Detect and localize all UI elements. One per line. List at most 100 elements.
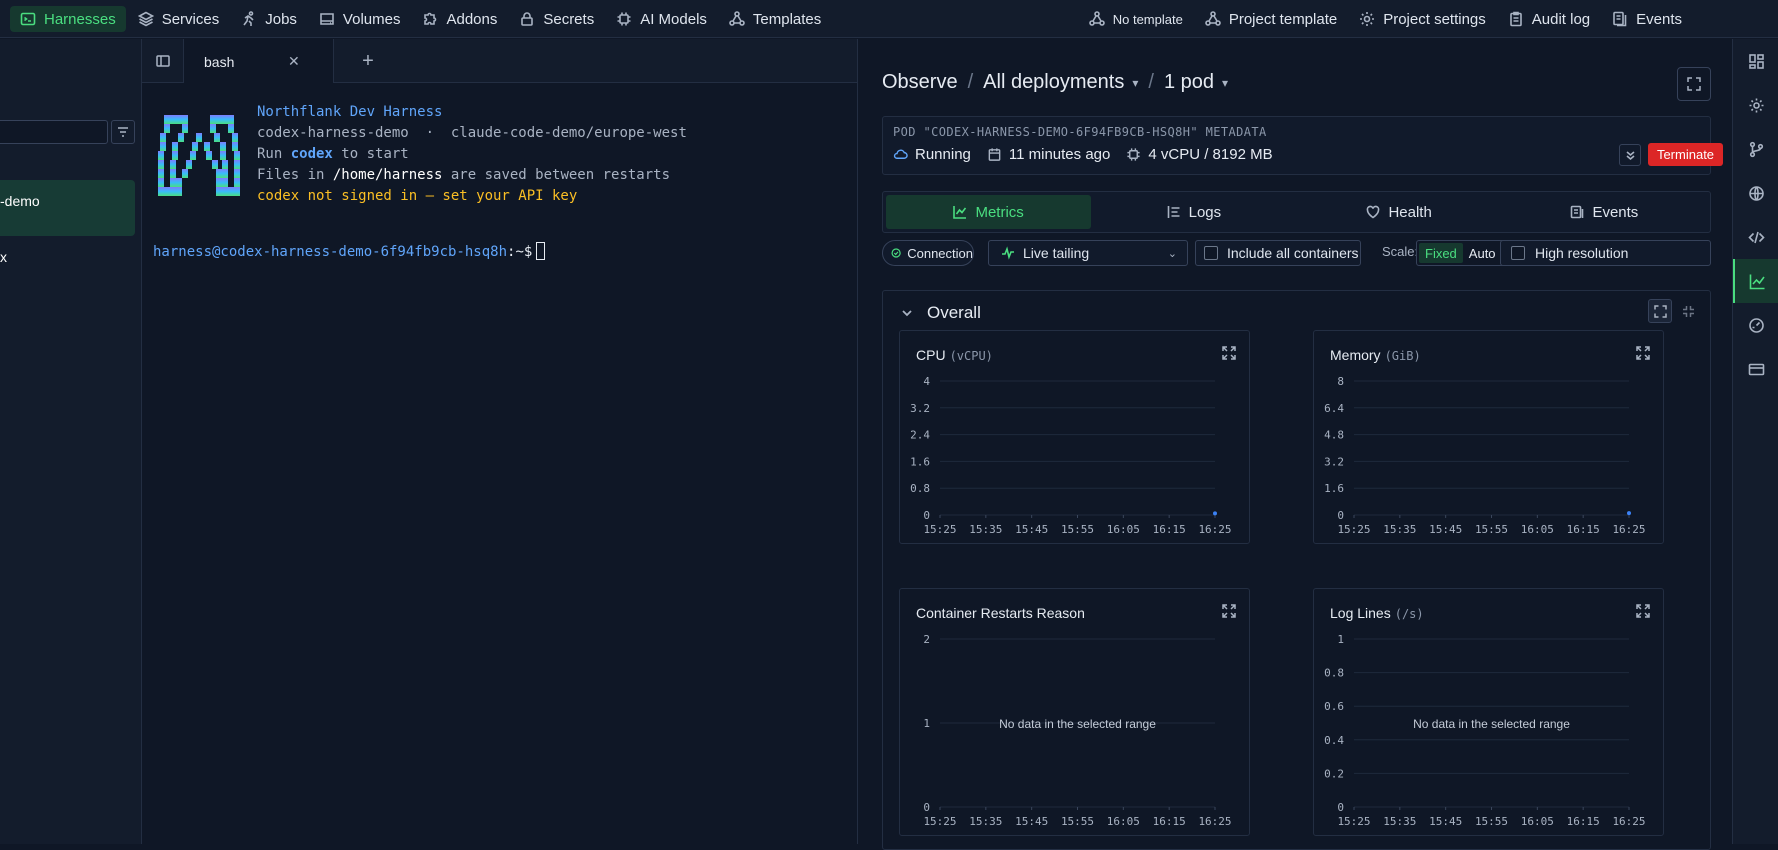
nav-project-template[interactable]: Project template	[1195, 6, 1347, 32]
x-tick-label: 16:25	[1198, 523, 1231, 536]
y-tick-label: 0.4	[1324, 734, 1344, 747]
live-tailing-select[interactable]: Live tailing ⌄	[988, 240, 1188, 266]
banner-service-line: codex-harness-demo · claude-code-demo/eu…	[257, 125, 687, 141]
banner-title: Northflank Dev Harness	[257, 104, 443, 120]
x-tick-label: 16:05	[1521, 815, 1554, 828]
chip-icon	[617, 12, 631, 26]
chart-title: Log Lines (/s)	[1330, 605, 1424, 621]
panel-icon	[155, 55, 170, 67]
scale-auto-option[interactable]: Auto	[1463, 243, 1502, 263]
rail-settings[interactable]	[1733, 83, 1778, 127]
nav-templates[interactable]: Templates	[719, 6, 831, 32]
tab-bash[interactable]: bash ✕	[184, 39, 334, 84]
rail-network[interactable]	[1733, 171, 1778, 215]
nav-volumes[interactable]: Volumes	[309, 6, 411, 32]
expand-icon	[1687, 77, 1701, 91]
close-icon[interactable]: ✕	[288, 53, 300, 70]
expand-icon[interactable]	[1221, 345, 1237, 361]
rail-speed[interactable]	[1733, 303, 1778, 347]
nav-jobs[interactable]: Jobs	[231, 6, 307, 32]
overall-header[interactable]: Overall	[901, 303, 981, 323]
cpu-chart: 0 0.8 1.6 2.4 3.2 4 15:25 15:35 15:45 15:55 16:05 1…	[910, 375, 1231, 536]
expand-all-button[interactable]	[1648, 299, 1672, 323]
tab-logs[interactable]: Logs	[1091, 195, 1296, 229]
x-tick-label: 15:35	[969, 523, 1002, 536]
fullscreen-button[interactable]	[1677, 67, 1711, 101]
include-all-containers-checkbox[interactable]: Include all containers	[1195, 240, 1361, 266]
nav-addons[interactable]: Addons	[412, 6, 507, 32]
nav-label: AI Models	[640, 10, 707, 28]
expand-icon[interactable]	[1635, 345, 1651, 361]
globe-icon	[1748, 185, 1764, 201]
connection-label: Connection	[907, 245, 973, 261]
nav-ai-models[interactable]: AI Models	[606, 6, 717, 32]
sidebar-item[interactable]: x	[0, 249, 7, 265]
x-tick-label: 16:05	[1107, 523, 1140, 536]
tab-label: bash	[204, 53, 235, 70]
lock-icon	[521, 12, 534, 26]
expand-icon[interactable]	[1635, 603, 1651, 619]
heart-icon	[1367, 205, 1380, 219]
rail-git[interactable]	[1733, 127, 1778, 171]
high-resolution-checkbox[interactable]: High resolution	[1500, 240, 1711, 266]
layers-icon	[137, 11, 154, 27]
git-branch-icon	[1749, 141, 1763, 157]
rail-observe[interactable]	[1733, 259, 1778, 303]
nav-services[interactable]: Services	[128, 6, 230, 32]
nav-secrets[interactable]: Secrets	[509, 6, 604, 32]
filter-button[interactable]	[111, 120, 135, 144]
x-tick-label: 15:25	[1337, 815, 1370, 828]
tab-label: Metrics	[975, 203, 1024, 221]
live-tailing-label: Live tailing	[1023, 245, 1090, 261]
primary-nav: Harnesses Services Jobs Volumes Addons Secret…	[10, 6, 831, 32]
collapse-button[interactable]	[1619, 144, 1641, 166]
nav-events[interactable]: Events	[1602, 6, 1692, 32]
y-tick-label: 0.6	[1324, 700, 1344, 713]
pods-dropdown[interactable]: 1 pod	[1164, 71, 1214, 94]
tab-metrics[interactable]: Metrics	[886, 195, 1092, 229]
sidebar-item-selected[interactable]: -demo	[0, 180, 135, 236]
files-path: /home/harness	[332, 167, 443, 183]
checkbox[interactable]	[1511, 246, 1525, 260]
nav-project-settings[interactable]: Project settings	[1349, 6, 1496, 32]
nav-label: Addons	[446, 10, 498, 28]
x-tick-label: 16:15	[1153, 523, 1186, 536]
check-circle-icon	[891, 248, 901, 258]
tab-health[interactable]: Health	[1297, 195, 1502, 229]
collapse-all-button[interactable]	[1676, 299, 1700, 323]
toggle-sidebar-button[interactable]	[142, 39, 184, 83]
terminal-icon	[20, 12, 36, 26]
nav-harnesses[interactable]: Harnesses	[10, 6, 126, 32]
rail-code[interactable]	[1733, 215, 1778, 259]
tab-label: Health	[1388, 203, 1432, 221]
files-post: are saved between restarts	[442, 167, 671, 183]
scale-fixed-option[interactable]: Fixed	[1419, 243, 1463, 263]
x-tick-label: 15:25	[923, 815, 956, 828]
tab-events[interactable]: Events	[1502, 195, 1707, 229]
x-tick-label: 15:35	[969, 815, 1002, 828]
deployments-dropdown[interactable]: All deployments	[983, 71, 1124, 94]
observe-breadcrumb: Observe / All deployments ▾ / 1 pod ▾	[882, 71, 1228, 94]
activity-icon	[1002, 246, 1014, 260]
gauge-icon	[1748, 317, 1764, 333]
new-tab-button[interactable]: +	[350, 39, 386, 83]
terminal[interactable]: Northflank Dev Harness codex-harness-dem…	[142, 83, 857, 844]
y-tick-label: 3.2	[1324, 455, 1344, 468]
double-chevron-down-icon	[1625, 150, 1635, 160]
nav-audit-log[interactable]: Audit log	[1498, 6, 1600, 32]
expand-icon[interactable]	[1221, 603, 1237, 619]
chart-title: Container Restarts Reason	[916, 605, 1089, 621]
terminate-button[interactable]: Terminate	[1648, 143, 1723, 166]
y-tick-label: 0	[1337, 509, 1344, 522]
nav-no-template[interactable]: No template	[1079, 6, 1193, 32]
loglines-chart: 0 0.2 0.4 0.6 0.8 1 15:25 15:35 15:45 15:55 16:05 1…	[1324, 633, 1645, 828]
rail-billing[interactable]	[1733, 347, 1778, 391]
y-tick-label: 0	[923, 801, 930, 814]
checkbox[interactable]	[1204, 246, 1218, 260]
sidebar-search-input[interactable]	[0, 120, 108, 144]
breadcrumb-separator: /	[1148, 71, 1154, 93]
rail-dashboard[interactable]	[1733, 39, 1778, 83]
observe-title: Observe	[882, 71, 958, 93]
prompt-suffix: :~$	[507, 244, 533, 260]
nav-label: Project settings	[1383, 10, 1486, 28]
